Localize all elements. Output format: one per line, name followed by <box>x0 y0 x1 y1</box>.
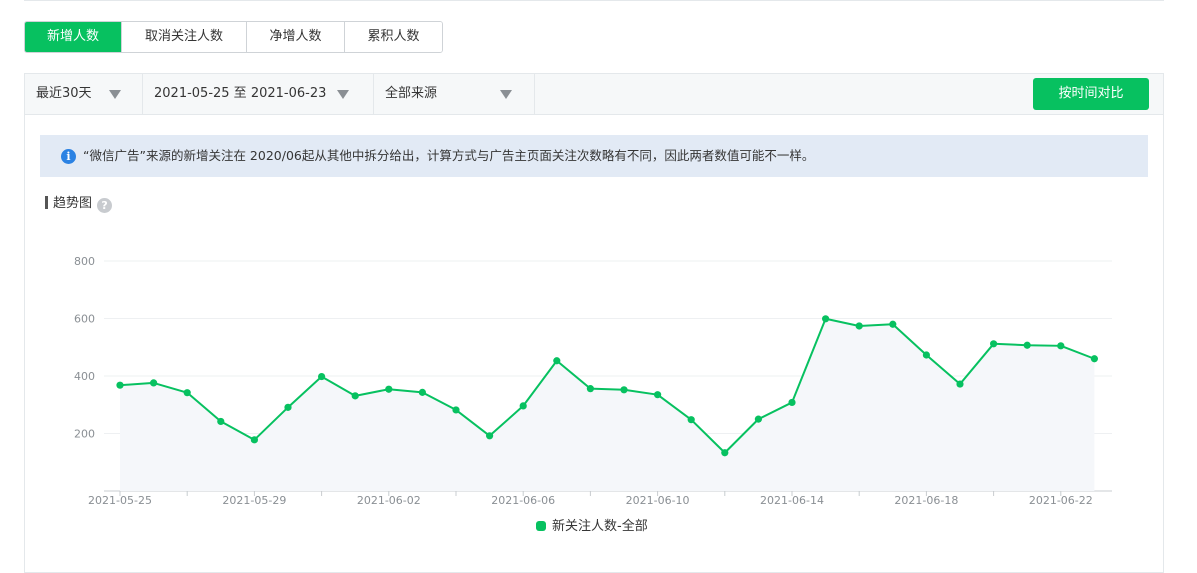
x-tick-label: 2021-06-14 <box>760 494 824 507</box>
x-tick-label: 2021-06-18 <box>894 494 958 507</box>
data-point <box>1057 342 1065 350</box>
data-point <box>855 322 863 330</box>
data-point <box>553 357 561 365</box>
x-tick-label: 2021-05-25 <box>88 494 152 507</box>
y-tick-label: 600 <box>74 313 95 326</box>
data-point <box>452 406 460 414</box>
data-point <box>116 381 124 389</box>
data-point <box>150 379 158 387</box>
data-point <box>250 436 258 444</box>
legend-swatch <box>536 521 546 531</box>
data-point <box>889 320 897 328</box>
data-point <box>1090 355 1098 363</box>
data-point <box>922 351 931 359</box>
data-point <box>385 385 393 393</box>
data-point <box>486 432 494 440</box>
data-point <box>822 315 830 323</box>
y-tick-label: 800 <box>74 255 95 268</box>
trend-chart: 200 400 600 800 2021-05-25 2021-05-29 2021-06-… <box>74 255 1112 507</box>
legend-label: 新关注人数-全部 <box>552 519 648 534</box>
data-point <box>586 385 595 393</box>
data-point <box>654 391 662 399</box>
data-point <box>788 398 796 407</box>
data-point <box>754 415 763 423</box>
data-point <box>687 416 695 424</box>
data-point <box>1023 341 1031 349</box>
x-tick-label: 2021-06-06 <box>491 494 555 507</box>
y-tick-label: 200 <box>74 428 95 441</box>
data-point <box>956 380 964 388</box>
data-point <box>183 389 191 397</box>
data-point <box>217 417 225 426</box>
data-point <box>284 403 292 411</box>
data-point <box>318 372 326 381</box>
data-point <box>418 388 426 396</box>
data-point <box>351 392 359 400</box>
series-area <box>120 318 1095 491</box>
chart-legend[interactable]: 新关注人数-全部 <box>536 518 648 536</box>
y-tick-label: 400 <box>74 370 95 383</box>
x-tick-label: 2021-05-29 <box>222 494 286 507</box>
x-tick-label: 2021-06-02 <box>357 494 421 507</box>
x-tick-label: 2021-06-10 <box>626 494 690 507</box>
data-point <box>620 386 628 394</box>
data-point <box>519 402 527 410</box>
x-tick-label: 2021-06-22 <box>1029 494 1093 507</box>
data-point <box>721 449 729 457</box>
data-point <box>990 340 998 348</box>
